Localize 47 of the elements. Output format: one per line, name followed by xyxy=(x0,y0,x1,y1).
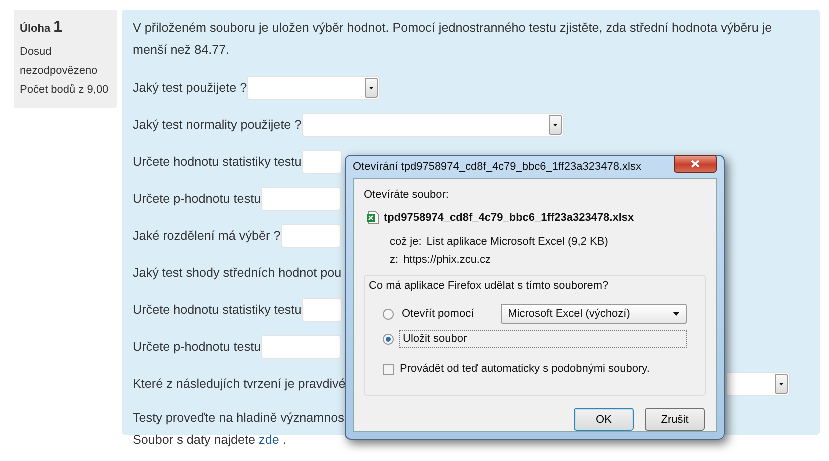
question-label: Které z následujích tvrzení je pravdivé xyxy=(133,376,346,390)
question-label: Jaké rozdělení má výběr ? xyxy=(133,228,281,242)
radio-button[interactable] xyxy=(383,308,394,320)
option-label[interactable]: Otevřít pomocí xyxy=(399,306,478,322)
note-text: Testy proveďte na hladině významnos xyxy=(133,410,344,427)
dropdown-arrow-icon xyxy=(673,312,680,316)
question-label: Jaký test použijete ? xyxy=(133,80,248,94)
cancel-button[interactable]: Zrušit xyxy=(645,408,705,431)
question-points: Počet bodů z 9,00 xyxy=(20,83,110,98)
dropdown[interactable] xyxy=(726,372,790,396)
question-status: Dosud nezodpovězeno xyxy=(20,45,99,79)
dropdown[interactable] xyxy=(302,112,564,136)
question-label: Určete p-hodnotu testu xyxy=(133,192,262,206)
spreadsheet-file-icon xyxy=(366,211,380,225)
field-value: List aplikace Microsoft Excel (9,2 KB) xyxy=(426,235,608,249)
checkbox[interactable] xyxy=(383,364,394,374)
ok-button[interactable]: OK xyxy=(574,408,634,431)
field-label: což je: xyxy=(390,235,422,249)
file-name: tpd9758974_cd8f_4c79_bbc6_1ff23a323478.xlsx xyxy=(384,212,634,224)
dialog-title: Otevírání tpd9758974_cd8f_4c79_bbc6_1ff23a323478.xlsx xyxy=(353,161,642,173)
opening-label: Otevíráte soubor: xyxy=(364,189,450,201)
close-button[interactable] xyxy=(674,155,717,173)
data-link[interactable]: zde xyxy=(259,433,280,447)
question-label: Určete hodnotu statistiky testu xyxy=(133,154,302,168)
file-text: Soubor s daty najdete zde . xyxy=(133,432,286,449)
field-value: https://phix.zcu.cz xyxy=(404,253,491,267)
input-field[interactable] xyxy=(302,150,342,174)
radio-button[interactable] xyxy=(383,334,394,344)
question-number: 1 xyxy=(54,18,62,37)
question-label: Určete hodnotu statistiky testu xyxy=(133,302,302,316)
question-label: Jaký test normality použijete ? xyxy=(133,118,302,132)
group-title: Co má aplikace Firefox udělat s tímto souborem? xyxy=(369,280,610,292)
dropdown[interactable] xyxy=(247,76,380,100)
question-text: V přiloženém souboru je uložen výběr hodnot. Pomocí jednostranného testu zjistěte, zda střední hodnota výběru je menší než 84.77. xyxy=(133,20,774,59)
input-field[interactable] xyxy=(302,298,342,322)
close-icon xyxy=(691,160,700,168)
question-label: Jaký test shody středních hodnot pou xyxy=(133,266,342,280)
input-field[interactable] xyxy=(261,186,342,210)
checkbox-label[interactable]: Provádět od teď automaticky s podobnými soubory. xyxy=(400,363,650,375)
app-name: Microsoft Excel (výchozí) xyxy=(508,308,630,320)
field-label: z: xyxy=(390,253,399,267)
question-label: Určete p-hodnotu testu xyxy=(133,340,262,354)
option-label[interactable]: Uložit soubor xyxy=(399,330,687,348)
app-dropdown[interactable]: Microsoft Excel (výchozí) xyxy=(501,304,687,324)
question-label: Úloha xyxy=(20,21,51,37)
input-field[interactable] xyxy=(280,224,341,248)
input-field[interactable] xyxy=(261,334,342,358)
